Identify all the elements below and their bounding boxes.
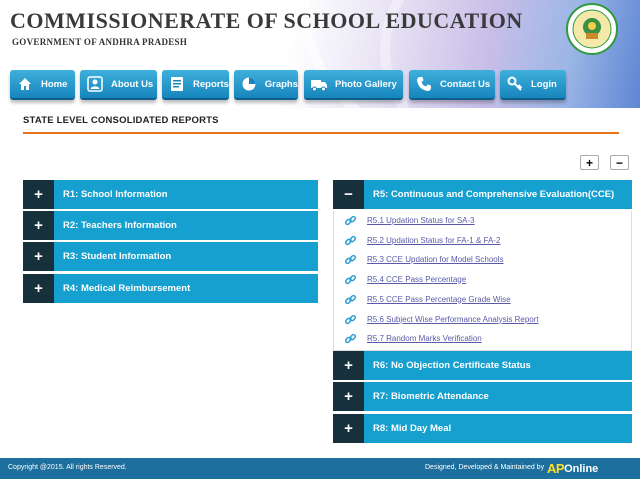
link-icon [344, 215, 357, 225]
nav-label: Graphs [264, 78, 298, 90]
link-icon [344, 254, 357, 264]
nav-home-button[interactable]: Home [10, 70, 75, 100]
collapse-all-button[interactable]: − [610, 155, 629, 170]
nav-label: Reports [193, 78, 229, 90]
expand-icon: + [23, 211, 54, 240]
main-nav: Home About Us Reports Graphs Photo Galle… [0, 70, 640, 102]
nav-contact-button[interactable]: Contact Us [409, 70, 495, 100]
expand-icon: + [333, 382, 364, 411]
nav-about-button[interactable]: About Us [80, 70, 157, 100]
expand-all-button[interactable]: + [580, 155, 599, 170]
report-r5-header[interactable]: − R5: Continuous and Comprehensive Evalu… [333, 180, 632, 209]
state-emblem-icon [566, 3, 618, 55]
report-r7-header[interactable]: + R7: Biometric Attendance [333, 382, 632, 411]
page-title: STATE LEVEL CONSOLIDATED REPORTS [23, 115, 219, 126]
expand-icon: + [23, 274, 54, 303]
link-icon [344, 274, 357, 284]
nav-label: Login [531, 78, 557, 90]
list-item: R5.6 Subject Wise Performance Analysis R… [344, 311, 539, 327]
site-footer: Copyright @2015. All rights Reserved. De… [0, 458, 640, 479]
report-r5-7-link[interactable]: R5.7 Random Marks Verification [367, 334, 482, 343]
nav-reports-button[interactable]: Reports [162, 70, 229, 100]
report-label: R4: Medical Reimbursement [63, 283, 191, 294]
report-label: R8: Mid Day Meal [373, 423, 452, 434]
expand-icon: + [333, 414, 364, 443]
report-r1-header[interactable]: + R1: School Information [23, 180, 318, 209]
site-header: COMMISSIONERATE OF SCHOOL EDUCATION GOVE… [0, 0, 640, 108]
logo-online-text: Online [564, 462, 599, 475]
nav-graphs-button[interactable]: Graphs [234, 70, 298, 100]
link-icon [344, 314, 357, 324]
report-label: R7: Biometric Attendance [373, 391, 489, 402]
report-r4-header[interactable]: + R4: Medical Reimbursement [23, 274, 318, 303]
list-item: R5.5 CCE Pass Percentage Grade Wise [344, 291, 511, 307]
report-r5-3-link[interactable]: R5.3 CCE Updation for Model Schools [367, 255, 504, 264]
report-r5-5-link[interactable]: R5.5 CCE Pass Percentage Grade Wise [367, 295, 511, 304]
report-label: R2: Teachers Information [63, 220, 177, 231]
list-item: R5.4 CCE Pass Percentage [344, 271, 466, 287]
nav-gallery-button[interactable]: Photo Gallery [304, 70, 403, 100]
expand-icon: + [23, 242, 54, 271]
person-icon [86, 75, 104, 93]
list-item: R5.1 Updation Status for SA-3 [344, 212, 475, 228]
logo-ap-text: AP [547, 461, 565, 476]
credit-text: Designed, Developed & Maintained by [425, 464, 545, 471]
pie-chart-icon [240, 75, 258, 93]
report-r5-1-link[interactable]: R5.1 Updation Status for SA-3 [367, 216, 475, 225]
list-item: R5.7 Random Marks Verification [344, 330, 482, 346]
report-r5-2-link[interactable]: R5.2 Updation Status for FA-1 & FA-2 [367, 236, 500, 245]
report-r3-header[interactable]: + R3: Student Information [23, 242, 318, 271]
nav-login-button[interactable]: Login [500, 70, 566, 100]
report-label: R5: Continuous and Comprehensive Evaluat… [373, 189, 615, 200]
home-icon [16, 75, 34, 93]
nav-label: Home [41, 78, 68, 90]
link-icon [344, 235, 357, 245]
copyright-text: Copyright @2015. All rights Reserved. [8, 464, 127, 471]
nav-label: Contact Us [440, 78, 491, 90]
list-item: R5.2 Updation Status for FA-1 & FA-2 [344, 232, 500, 248]
expand-icon: + [333, 351, 364, 380]
report-r5-6-link[interactable]: R5.6 Subject Wise Performance Analysis R… [367, 315, 539, 324]
phone-icon [415, 75, 433, 93]
nav-label: About Us [111, 78, 154, 90]
report-r5-4-link[interactable]: R5.4 CCE Pass Percentage [367, 275, 466, 284]
link-icon [344, 333, 357, 343]
report-r5-panel: R5.1 Updation Status for SA-3 R5.2 Updat… [333, 211, 632, 351]
report-label: R3: Student Information [63, 251, 172, 262]
aponline-logo[interactable]: AP Online [547, 460, 598, 477]
truck-icon [310, 75, 328, 93]
expand-icon: + [23, 180, 54, 209]
title-divider [23, 132, 619, 134]
report-label: R6: No Objection Certificate Status [373, 360, 531, 371]
nav-label: Photo Gallery [335, 78, 397, 90]
list-item: R5.3 CCE Updation for Model Schools [344, 251, 504, 267]
report-icon [168, 75, 186, 93]
key-icon [506, 75, 524, 93]
link-icon [344, 294, 357, 304]
report-r2-header[interactable]: + R2: Teachers Information [23, 211, 318, 240]
collapse-icon: − [333, 180, 364, 209]
report-label: R1: School Information [63, 189, 168, 200]
site-subtitle: GOVERNMENT OF ANDHRA PRADESH [12, 37, 188, 47]
report-r8-header[interactable]: + R8: Mid Day Meal [333, 414, 632, 443]
report-r6-header[interactable]: + R6: No Objection Certificate Status [333, 351, 632, 380]
site-title: COMMISSIONERATE OF SCHOOL EDUCATION [10, 8, 523, 33]
